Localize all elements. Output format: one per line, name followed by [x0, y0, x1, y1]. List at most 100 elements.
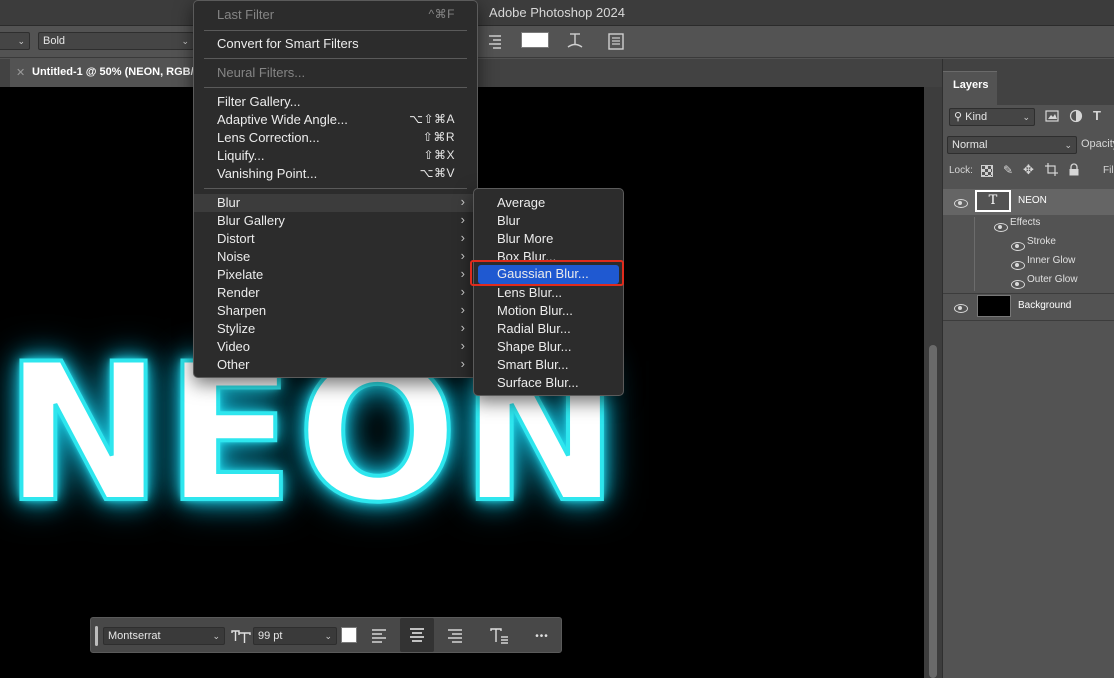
font-size-dropdown[interactable]: 99 pt ⌄: [253, 627, 337, 645]
submenu-item-lens-blur[interactable]: Lens Blur...: [474, 284, 623, 302]
menu-item-render[interactable]: Render ›: [194, 284, 477, 302]
lock-row: Lock:: [949, 165, 973, 176]
menu-item-noise[interactable]: Noise ›: [194, 248, 477, 266]
submenu-item-average[interactable]: Average: [474, 194, 623, 212]
eye-icon[interactable]: [1010, 259, 1025, 270]
warp-text-icon[interactable]: [564, 30, 586, 52]
layer-row-neon[interactable]: T NEON: [943, 189, 1114, 215]
app-title: Adobe Photoshop 2024: [489, 5, 625, 20]
lock-position-icon[interactable]: ✥: [1023, 162, 1034, 178]
lock-pixels-icon[interactable]: ✎: [1003, 163, 1013, 177]
menu-item-vanishing-point[interactable]: Vanishing Point... ⌥⌘V: [194, 165, 477, 183]
blend-mode-value: Normal: [952, 139, 988, 151]
chevron-right-icon: ›: [460, 338, 465, 353]
adjustment-filter-icon[interactable]: [1069, 109, 1083, 123]
title-bar: Adobe Photoshop 2024: [0, 0, 1114, 26]
tab-layers-label: Layers: [953, 79, 989, 91]
menu-item-blur[interactable]: Blur ›: [194, 194, 477, 212]
menu-item-liquify[interactable]: Liquify... ⇧⌘X: [194, 147, 477, 165]
panel-tab-bar: Layers: [943, 59, 1114, 105]
submenu-item-surface-blur[interactable]: Surface Blur...: [474, 374, 623, 392]
text-options-icon[interactable]: [488, 625, 510, 647]
more-options-icon[interactable]: •••: [531, 625, 553, 647]
chevron-right-icon: ›: [460, 248, 465, 263]
canvas-vertical-scrollbar[interactable]: [924, 87, 942, 678]
eye-icon[interactable]: [953, 302, 968, 313]
character-panel-icon[interactable]: [606, 31, 626, 51]
text-color-swatch[interactable]: [521, 32, 549, 48]
toolbar-grip-handle[interactable]: [95, 626, 98, 646]
menu-separator: [204, 30, 467, 31]
contextual-type-toolbar: Montserrat ⌄ 99 pt ⌄ •••: [90, 617, 562, 653]
menu-item-sharpen[interactable]: Sharpen ›: [194, 302, 477, 320]
align-left-icon[interactable]: [368, 625, 390, 647]
menu-item-filter-gallery[interactable]: Filter Gallery...: [194, 93, 477, 111]
effects-label: Effects: [1010, 217, 1041, 228]
align-center-icon[interactable]: [400, 618, 434, 652]
effect-stroke[interactable]: Stroke: [1027, 236, 1056, 247]
close-tab-icon[interactable]: ✕: [16, 66, 25, 79]
menu-item-pixelate[interactable]: Pixelate ›: [194, 266, 477, 284]
submenu-item-blur-more[interactable]: Blur More: [474, 230, 623, 248]
chevron-right-icon: ›: [460, 302, 465, 317]
menu-item-blur-gallery[interactable]: Blur Gallery ›: [194, 212, 477, 230]
submenu-item-shape-blur[interactable]: Shape Blur...: [474, 338, 623, 356]
menu-separator: [204, 58, 467, 59]
align-right-icon[interactable]: [444, 625, 466, 647]
blend-mode-dropdown[interactable]: Normal ⌄: [947, 136, 1077, 154]
document-tab[interactable]: ✕ Untitled-1 @ 50% (NEON, RGB/8): [10, 59, 196, 87]
image-filter-icon[interactable]: [1045, 109, 1059, 123]
font-size-icon: [230, 625, 252, 647]
menu-item-lens-correction[interactable]: Lens Correction... ⇧⌘R: [194, 129, 477, 147]
submenu-item-radial-blur[interactable]: Radial Blur...: [474, 320, 623, 338]
submenu-item-blur[interactable]: Blur: [474, 212, 623, 230]
blur-submenu: Average Blur Blur More Box Blur... Gauss…: [473, 188, 624, 396]
lock-transparent-icon[interactable]: [981, 165, 993, 177]
align-right-icon[interactable]: [487, 32, 503, 50]
eye-icon[interactable]: [1010, 240, 1025, 251]
menu-separator: [204, 87, 467, 88]
chevron-down-icon: ⌄: [212, 631, 220, 641]
eye-icon[interactable]: [993, 221, 1008, 232]
menu-item-convert-smart-filters[interactable]: Convert for Smart Filters: [194, 35, 477, 53]
menu-item-last-filter[interactable]: Last Filter ^⌘F: [194, 6, 477, 24]
eye-icon[interactable]: [953, 197, 968, 208]
font-dropdown[interactable]: Montserrat ⌄: [103, 627, 225, 645]
eye-icon[interactable]: [1010, 278, 1025, 289]
chevron-down-icon: ⌄: [181, 36, 189, 46]
chevron-down-icon: ⌄: [1064, 140, 1072, 150]
menu-item-video[interactable]: Video ›: [194, 338, 477, 356]
menu-item-stylize[interactable]: Stylize ›: [194, 320, 477, 338]
chevron-down-icon: ⌄: [324, 631, 332, 641]
layer-name: Background: [1018, 300, 1072, 311]
layer-name: NEON: [1018, 195, 1047, 206]
submenu-item-motion-blur[interactable]: Motion Blur...: [474, 302, 623, 320]
menu-item-distort[interactable]: Distort ›: [194, 230, 477, 248]
font-style-dropdown[interactable]: Bold ⌄: [38, 32, 194, 50]
lock-artboard-icon[interactable]: [1045, 163, 1058, 176]
text-color-swatch[interactable]: [341, 627, 357, 643]
chevron-right-icon: ›: [460, 212, 465, 227]
chevron-right-icon: ›: [460, 230, 465, 245]
document-tab-label: Untitled-1 @ 50% (NEON, RGB/8): [32, 66, 194, 78]
menu-item-other[interactable]: Other ›: [194, 356, 477, 374]
font-style-value: Bold: [43, 35, 66, 47]
type-filter-icon[interactable]: T: [1093, 108, 1109, 124]
tab-layers[interactable]: Layers: [943, 71, 997, 105]
chevron-right-icon: ›: [460, 194, 465, 209]
layer-row-background[interactable]: Background: [943, 294, 1114, 320]
menu-item-adaptive-wide-angle[interactable]: Adaptive Wide Angle... ⌥⇧⌘A: [194, 111, 477, 129]
layer-filter-dropdown[interactable]: ⚲ Kind ⌄: [949, 108, 1035, 126]
chevron-right-icon: ›: [460, 284, 465, 299]
menu-item-neural-filters[interactable]: Neural Filters...: [194, 64, 477, 82]
scrollbar-thumb[interactable]: [929, 345, 937, 678]
effect-inner-glow[interactable]: Inner Glow: [1027, 255, 1075, 266]
chevron-down-icon: ⌄: [1022, 112, 1030, 122]
font-family-dropdown[interactable]: ⌄: [0, 32, 30, 50]
lock-all-icon[interactable]: [1068, 163, 1080, 176]
effect-outer-glow[interactable]: Outer Glow: [1027, 274, 1078, 285]
font-size-value: 99 pt: [258, 630, 283, 642]
options-bar: ⌄ Bold ⌄: [0, 26, 1114, 58]
submenu-item-smart-blur[interactable]: Smart Blur...: [474, 356, 623, 374]
chevron-right-icon: ›: [460, 266, 465, 281]
